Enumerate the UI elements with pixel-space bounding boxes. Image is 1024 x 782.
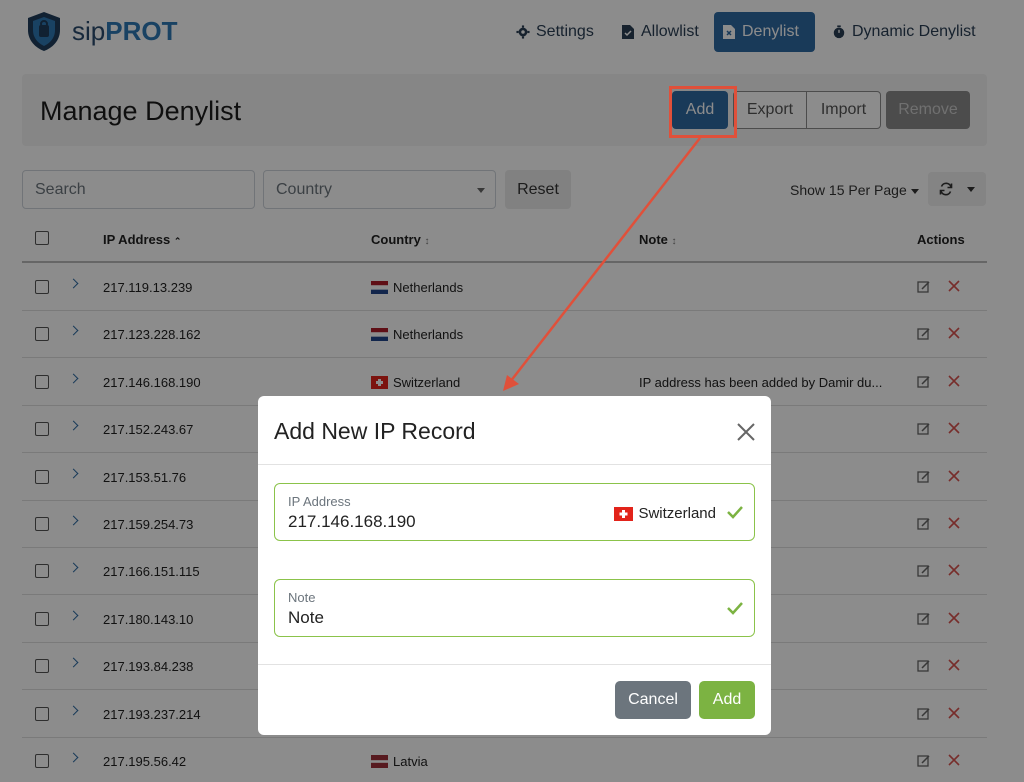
- cancel-button[interactable]: Cancel: [615, 681, 691, 719]
- detected-country-label: Switzerland: [638, 505, 716, 522]
- note-label: Note: [288, 590, 316, 605]
- modal-title: Add New IP Record: [274, 418, 476, 444]
- close-icon[interactable]: [734, 420, 758, 444]
- detected-country: Switzerland: [614, 505, 716, 522]
- note-value: Note: [288, 608, 324, 627]
- modal-divider: [258, 664, 771, 665]
- switzerland-flag-icon: [614, 506, 634, 521]
- ip-address-label: IP Address: [288, 494, 351, 509]
- submit-add-button[interactable]: Add: [699, 681, 755, 719]
- check-icon: [727, 506, 743, 519]
- check-icon: [727, 602, 743, 615]
- add-ip-modal: Add New IP Record IP Address 217.146.168…: [258, 396, 771, 735]
- ip-address-field[interactable]: IP Address 217.146.168.190 Switzerland: [274, 483, 755, 541]
- annotation-highlight-box: [669, 86, 737, 138]
- note-field[interactable]: Note Note: [274, 579, 755, 637]
- modal-divider: [258, 464, 771, 465]
- ip-address-value: 217.146.168.190: [288, 512, 416, 531]
